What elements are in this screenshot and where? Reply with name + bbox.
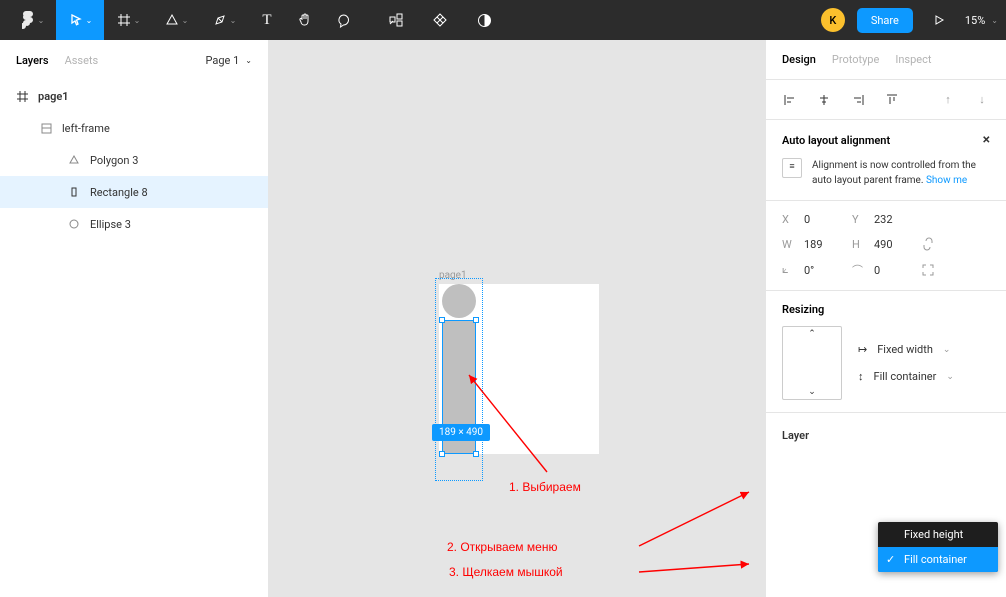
layer-label: page1 bbox=[38, 90, 69, 103]
annotation-2: 2. Открываем меню bbox=[447, 540, 557, 554]
figma-menu-button[interactable]: ⌄ bbox=[8, 0, 56, 40]
layer-label: Rectangle 8 bbox=[90, 186, 148, 199]
layer-label: left-frame bbox=[62, 122, 110, 135]
ellipse-icon bbox=[68, 218, 80, 230]
hand-tool-button[interactable] bbox=[286, 0, 324, 40]
share-button[interactable]: Share bbox=[857, 8, 913, 33]
h-value[interactable]: 490 bbox=[874, 238, 914, 251]
show-me-link[interactable]: Show me bbox=[926, 175, 967, 186]
layer-ellipse3[interactable]: Ellipse 3 bbox=[0, 208, 268, 240]
corner-label: ⌒ bbox=[852, 262, 866, 278]
dropdown-option-fixed-height[interactable]: Fixed height bbox=[878, 522, 998, 547]
zoom-control[interactable]: 15% ⌄ bbox=[965, 14, 998, 27]
boolean-button[interactable] bbox=[470, 0, 498, 40]
page-selector-label: Page 1 bbox=[206, 54, 240, 67]
comment-icon bbox=[335, 12, 351, 28]
assets-tab[interactable]: Assets bbox=[65, 54, 99, 67]
frame-icon bbox=[16, 90, 28, 102]
fill-container-icon: ↕ bbox=[858, 370, 864, 383]
distribute-h-button[interactable]: ↓ bbox=[974, 92, 990, 108]
transform-properties: X 0 Y 232 W 189 H 490 ⟀ 0° ⌒ 0 bbox=[766, 213, 1006, 290]
frame-tool-button[interactable]: ⌄ bbox=[104, 0, 152, 40]
layer-left-frame[interactable]: left-frame bbox=[0, 112, 268, 144]
hand-icon bbox=[297, 12, 313, 28]
hint-icon: ≡ bbox=[782, 158, 802, 178]
page-selector[interactable]: Page 1 ⌄ bbox=[206, 54, 253, 67]
mask-button[interactable] bbox=[426, 0, 454, 40]
comment-tool-button[interactable] bbox=[324, 0, 362, 40]
auto-layout-title: Auto layout alignment bbox=[782, 134, 890, 147]
dropdown-option-fill-container[interactable]: Fill container bbox=[878, 547, 998, 572]
pen-tool-button[interactable]: ⌄ bbox=[200, 0, 248, 40]
text-tool-button[interactable]: T bbox=[248, 0, 286, 40]
align-hcenter-button[interactable] bbox=[816, 92, 832, 108]
inspect-tab[interactable]: Inspect bbox=[895, 53, 931, 66]
play-icon bbox=[931, 12, 947, 28]
triangle-icon bbox=[164, 12, 180, 28]
layer-polygon3[interactable]: Polygon 3 bbox=[0, 144, 268, 176]
align-top-button[interactable] bbox=[884, 92, 900, 108]
prototype-tab[interactable]: Prototype bbox=[832, 53, 879, 66]
resizing-title: Resizing bbox=[782, 303, 824, 316]
layers-tab[interactable]: Layers bbox=[16, 54, 49, 67]
corner-value[interactable]: 0 bbox=[874, 264, 914, 277]
right-panel: Design Prototype Inspect ↑ ↓ Auto layout… bbox=[765, 40, 1006, 597]
align-left-button[interactable] bbox=[782, 92, 798, 108]
shape-tool-button[interactable]: ⌄ bbox=[152, 0, 200, 40]
frame-icon bbox=[40, 122, 52, 134]
half-circle-icon bbox=[476, 12, 492, 28]
annotation-1: 1. Выбираем bbox=[509, 480, 581, 494]
hint-text: Alignment is now controlled from the aut… bbox=[812, 158, 990, 188]
pen-icon bbox=[212, 12, 228, 28]
move-tool-button[interactable]: ⌄ bbox=[56, 0, 104, 40]
rotation-value[interactable]: 0° bbox=[804, 264, 844, 277]
layer-page1[interactable]: page1 bbox=[0, 80, 268, 112]
w-value[interactable]: 189 bbox=[804, 238, 844, 251]
x-value[interactable]: 0 bbox=[804, 213, 844, 226]
independent-corners-button[interactable] bbox=[922, 264, 946, 276]
resizing-preview-box[interactable] bbox=[782, 326, 842, 400]
cursor-icon bbox=[68, 12, 84, 28]
figma-logo-icon bbox=[20, 12, 36, 28]
component-icon bbox=[388, 12, 404, 28]
user-avatar[interactable]: K bbox=[821, 8, 845, 32]
width-resize-label: Fixed width bbox=[877, 343, 933, 356]
resizing-section: Resizing ↦ Fixed width ⌄ ↕ Fill containe… bbox=[766, 291, 1006, 413]
present-button[interactable] bbox=[925, 0, 953, 40]
h-label: H bbox=[852, 238, 866, 251]
width-resize-option[interactable]: ↦ Fixed width ⌄ bbox=[858, 343, 954, 356]
layer-label: Ellipse 3 bbox=[90, 218, 131, 231]
polygon-icon bbox=[68, 154, 80, 166]
fixed-width-icon: ↦ bbox=[858, 343, 867, 356]
layer-section-title: Layer bbox=[766, 413, 1006, 458]
height-resize-label: Fill container bbox=[874, 370, 937, 383]
y-label: Y bbox=[852, 213, 866, 226]
close-hint-button[interactable]: × bbox=[983, 132, 990, 148]
w-label: W bbox=[782, 238, 796, 251]
rect-icon bbox=[68, 186, 80, 198]
y-value[interactable]: 232 bbox=[874, 213, 914, 226]
layer-rectangle8[interactable]: Rectangle 8 bbox=[0, 176, 268, 208]
left-panel: Layers Assets Page 1 ⌄ page1 left-frame … bbox=[0, 40, 269, 597]
align-row: ↑ ↓ bbox=[766, 80, 1006, 120]
rotation-label: ⟀ bbox=[782, 263, 796, 277]
top-toolbar: ⌄ ⌄ ⌄ ⌄ ⌄ T bbox=[0, 0, 1006, 40]
auto-layout-hint-section: Auto layout alignment × ≡ Alignment is n… bbox=[766, 120, 1006, 201]
zoom-value: 15% bbox=[965, 14, 985, 27]
text-icon: T bbox=[259, 12, 275, 28]
component-button[interactable] bbox=[382, 0, 410, 40]
annotation-3: 3. Щелкаем мышкой bbox=[449, 565, 563, 579]
diamond-icon bbox=[432, 12, 448, 28]
height-resize-dropdown: Fixed height Fill container bbox=[878, 522, 998, 572]
distribute-v-button[interactable]: ↑ bbox=[940, 92, 956, 108]
frame-icon bbox=[116, 12, 132, 28]
annotation-arrows bbox=[269, 40, 765, 597]
link-wh-button[interactable] bbox=[922, 236, 946, 252]
align-right-button[interactable] bbox=[850, 92, 866, 108]
height-resize-option[interactable]: ↕ Fill container ⌄ bbox=[858, 370, 954, 383]
design-tab[interactable]: Design bbox=[782, 53, 816, 66]
x-label: X bbox=[782, 213, 796, 226]
canvas[interactable]: page1 189 × 490 1. Выбираем 2. Открываем… bbox=[269, 40, 765, 597]
layer-label: Polygon 3 bbox=[90, 154, 138, 167]
